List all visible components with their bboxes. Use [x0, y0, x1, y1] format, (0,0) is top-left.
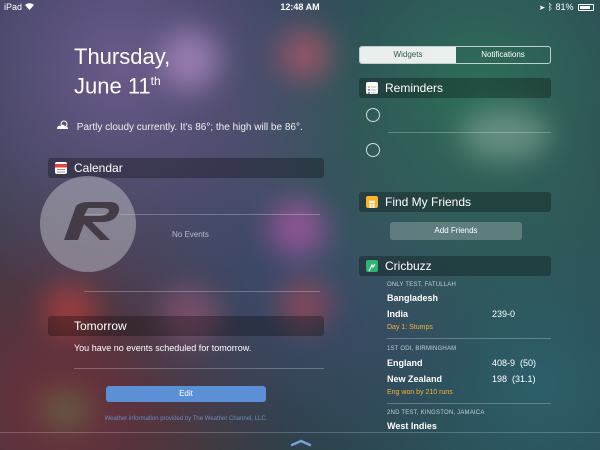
match-subtitle: ONLY TEST, FATULLAH [387, 282, 457, 288]
weather-credit-link[interactable]: Weather information provided by The Weat… [0, 416, 372, 422]
tab-notifications[interactable]: Notifications [456, 47, 550, 63]
edit-button[interactable]: Edit [106, 386, 266, 402]
clock: 12:48 AM [280, 2, 320, 12]
team-score: 408-9 (50) [492, 358, 537, 368]
team-name: England [387, 358, 423, 368]
calendar-widget-header[interactable]: Calendar [48, 158, 324, 178]
reminder-divider [388, 132, 551, 133]
weather-summary: Partly cloudy currently. It's 86°; the h… [56, 120, 303, 133]
tomorrow-header: Tomorrow [48, 316, 324, 336]
team-score: 239-0 [492, 309, 516, 319]
calendar-divider-bottom [84, 291, 320, 292]
background-blob [280, 30, 330, 80]
team-name: India [387, 309, 409, 319]
match-divider [387, 338, 551, 339]
weekday-label: Thursday, [74, 44, 171, 69]
reminders-title: Reminders [385, 81, 444, 95]
battery-icon [578, 4, 594, 11]
team-name: New Zealand [387, 374, 443, 384]
cricbuzz-title: Cricbuzz [385, 259, 432, 273]
bluetooth-icon: ᛒ [547, 2, 553, 12]
battery-percent: 81% [555, 2, 574, 12]
calendar-icon [55, 162, 67, 174]
match-result: Eng won by 210 runs [387, 389, 453, 396]
cricbuzz-icon [366, 260, 378, 272]
background-blob [460, 110, 550, 160]
partly-cloudy-icon [56, 120, 70, 133]
bottom-divider [0, 432, 600, 433]
add-friends-button[interactable]: Add Friends [390, 222, 522, 240]
tomorrow-title: Tomorrow [74, 319, 127, 333]
date-header: Thursday, June 11th [74, 44, 170, 98]
watermark-logo [40, 176, 136, 272]
reminder-checkbox[interactable] [366, 108, 380, 122]
close-handle-icon[interactable] [290, 434, 312, 450]
no-events-label: No Events [172, 230, 209, 239]
today-segmented-control: Widgets Notifications [359, 46, 551, 64]
match-divider [387, 403, 551, 404]
weather-text: Partly cloudy currently. It's 86°; the h… [76, 122, 303, 133]
find-my-friends-title: Find My Friends [385, 195, 472, 209]
find-my-friends-header[interactable]: Find My Friends [359, 192, 551, 212]
match-subtitle: 1ST ODI, BIRMINGHAM [387, 346, 457, 352]
background-blob [270, 200, 326, 256]
calendar-title: Calendar [74, 161, 123, 175]
location-icon: ➤ [539, 2, 546, 12]
status-right: ➤ ᛒ 81% [540, 2, 594, 12]
background-blob [160, 285, 220, 345]
match-result: Day 1: Stumps [387, 324, 433, 331]
team-name: Bangladesh [387, 293, 439, 303]
tab-widgets[interactable]: Widgets [360, 47, 456, 63]
team-score: 198 (31.1) [492, 374, 536, 384]
date-label: June 11th [74, 73, 161, 99]
reminders-icon [366, 82, 378, 94]
match-subtitle: 2ND TEST, KINGSTON, JAMAICA [387, 410, 485, 416]
tomorrow-text: You have no events scheduled for tomorro… [74, 343, 252, 353]
friends-icon [366, 196, 378, 208]
cricbuzz-header[interactable]: Cricbuzz [359, 256, 551, 276]
team-name: West Indies [387, 421, 437, 431]
status-bar: iPad 12:48 AM ➤ ᛒ 81% [0, 0, 600, 14]
reminder-checkbox[interactable] [366, 143, 380, 157]
background-blob [40, 390, 90, 430]
tomorrow-divider [74, 368, 324, 369]
reminders-widget-header[interactable]: Reminders [359, 78, 551, 98]
